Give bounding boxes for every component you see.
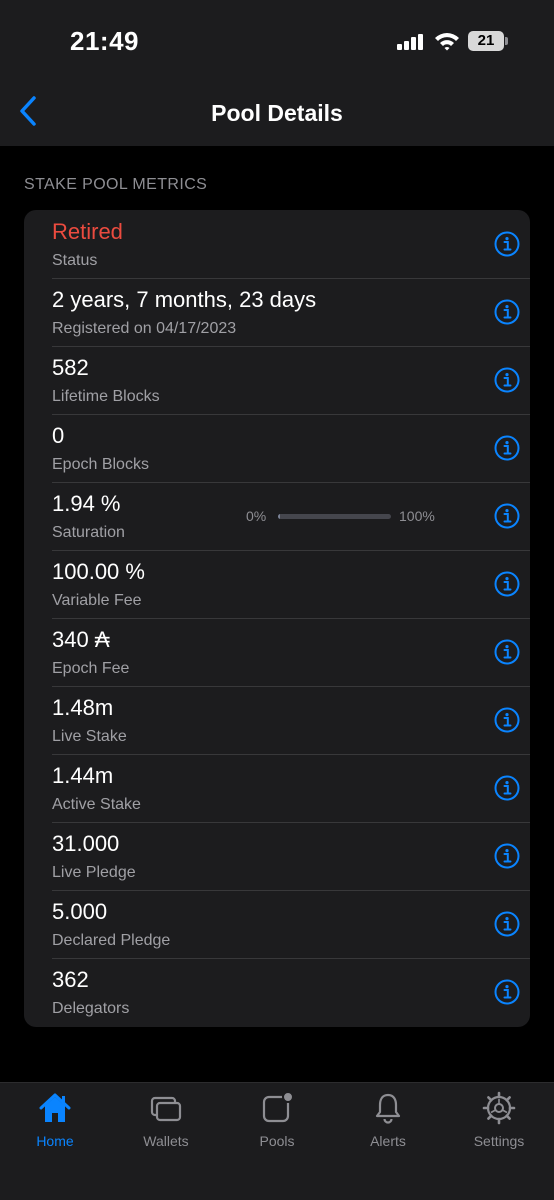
info-button[interactable] [494,571,520,597]
pools-icon [262,1091,294,1123]
metric-value: 0 [52,423,65,448]
metric-label: Variable Fee [52,592,142,609]
tab-home[interactable]: Home [0,1091,110,1155]
metric-label: Saturation [52,524,125,541]
metric-label: Delegators [52,1000,130,1017]
info-button[interactable] [494,911,520,937]
metric-value: 1.48m [52,695,114,720]
info-icon [494,299,520,325]
metric-row-epoch-fee: 340 ₳ Epoch Fee [52,618,530,686]
metric-value: 100.00 % [52,559,145,584]
metric-value: Retired [52,219,123,244]
metric-value: 340 ₳ [52,627,110,652]
metric-row-saturation: 1.94 % Saturation 0% 100% [52,482,530,550]
metrics-list: Retired Status 2 years, 7 months, 23 days R… [24,210,530,1026]
tab-label: Alerts [370,1133,406,1149]
metric-row-delegators: 362 Delegators [52,958,530,1026]
house-icon [39,1093,71,1122]
info-icon [494,435,520,461]
metric-value: 362 [52,967,89,992]
info-button[interactable] [494,707,520,733]
info-button[interactable] [494,435,520,461]
info-button[interactable] [494,299,520,325]
metric-label: Declared Pledge [52,932,171,949]
tab-bar: Home Wallets Pools Alerts Settings [0,1082,554,1200]
saturation-min-label: 0% [246,508,267,524]
metric-value: 1.94 % [52,491,121,516]
info-icon [494,979,520,1005]
metric-label: Epoch Blocks [52,456,149,473]
info-icon [494,367,520,393]
metric-value: 5.000 [52,899,108,924]
metric-label: Active Stake [52,796,141,813]
tab-label: Settings [473,1133,525,1149]
info-icon [494,639,520,665]
metric-row-variable-fee: 100.00 % Variable Fee [52,550,530,618]
battery-level: 21 [468,31,504,51]
metric-value: 1.44m [52,763,114,788]
metric-label: Live Stake [52,728,127,745]
info-icon [494,571,520,597]
saturation-max-label: 100% [399,508,435,524]
tab-alerts[interactable]: Alerts [333,1091,443,1155]
tab-settings[interactable]: Settings [444,1091,554,1155]
metric-value: 2 years, 7 months, 23 days [52,287,317,312]
metric-row-declared-pledge: 5.000 Declared Pledge [52,890,530,958]
info-button[interactable] [494,775,520,801]
metrics-card: Retired Status 2 years, 7 months, 23 days R… [24,210,530,1027]
pool-details-screen: 21:49 21 Pool Details STAKE POOL METRICS [0,0,554,1200]
metric-row-status: Retired Status [52,210,530,278]
wifi-icon [435,33,459,51]
info-icon [494,775,520,801]
info-button[interactable] [494,231,520,257]
metric-row-registered-on-04-17-2023: 2 years, 7 months, 23 days Registered on … [52,278,530,346]
metric-row-epoch-blocks: 0 Epoch Blocks [52,414,530,482]
info-icon [494,707,520,733]
saturation-progress-fill [278,514,281,519]
status-time: 21:49 [70,26,139,56]
tab-pools[interactable]: Pools [222,1091,332,1155]
metric-label: Registered on 04/17/2023 [52,320,237,337]
info-button[interactable] [494,979,520,1005]
metric-label: Lifetime Blocks [52,388,160,405]
page-title: Pool Details [211,100,343,126]
status-bar: 21:49 21 [0,0,554,80]
bell-icon [375,1093,401,1124]
info-icon [494,843,520,869]
info-button[interactable] [494,843,520,869]
tab-label: Wallets [143,1133,189,1149]
info-button[interactable] [494,367,520,393]
info-button[interactable] [494,503,520,529]
info-icon [494,231,520,257]
saturation-progress-bar [278,514,391,519]
info-button[interactable] [494,639,520,665]
metric-label: Epoch Fee [52,660,130,677]
info-icon [494,911,520,937]
cellular-signal-icon [397,34,425,50]
metric-row-active-stake: 1.44m Active Stake [52,754,530,822]
metric-value: 31.000 [52,831,120,856]
navigation-bar: Pool Details [0,80,554,146]
metric-row-live-stake: 1.48m Live Stake [52,686,530,754]
metric-row-lifetime-blocks: 582 Lifetime Blocks [52,346,530,414]
section-header: STAKE POOL METRICS [24,176,208,193]
metric-label: Status [52,252,98,269]
info-icon [494,503,520,529]
gear-icon [482,1091,516,1125]
wallets-icon [150,1096,182,1122]
tab-label: Home [36,1133,74,1149]
metric-row-live-pledge: 31.000 Live Pledge [52,822,530,890]
tab-label: Pools [259,1133,295,1149]
metric-label: Live Pledge [52,864,136,881]
metric-value: 582 [52,355,89,380]
tab-wallets[interactable]: Wallets [111,1091,221,1155]
battery-icon: 21 [468,31,508,51]
